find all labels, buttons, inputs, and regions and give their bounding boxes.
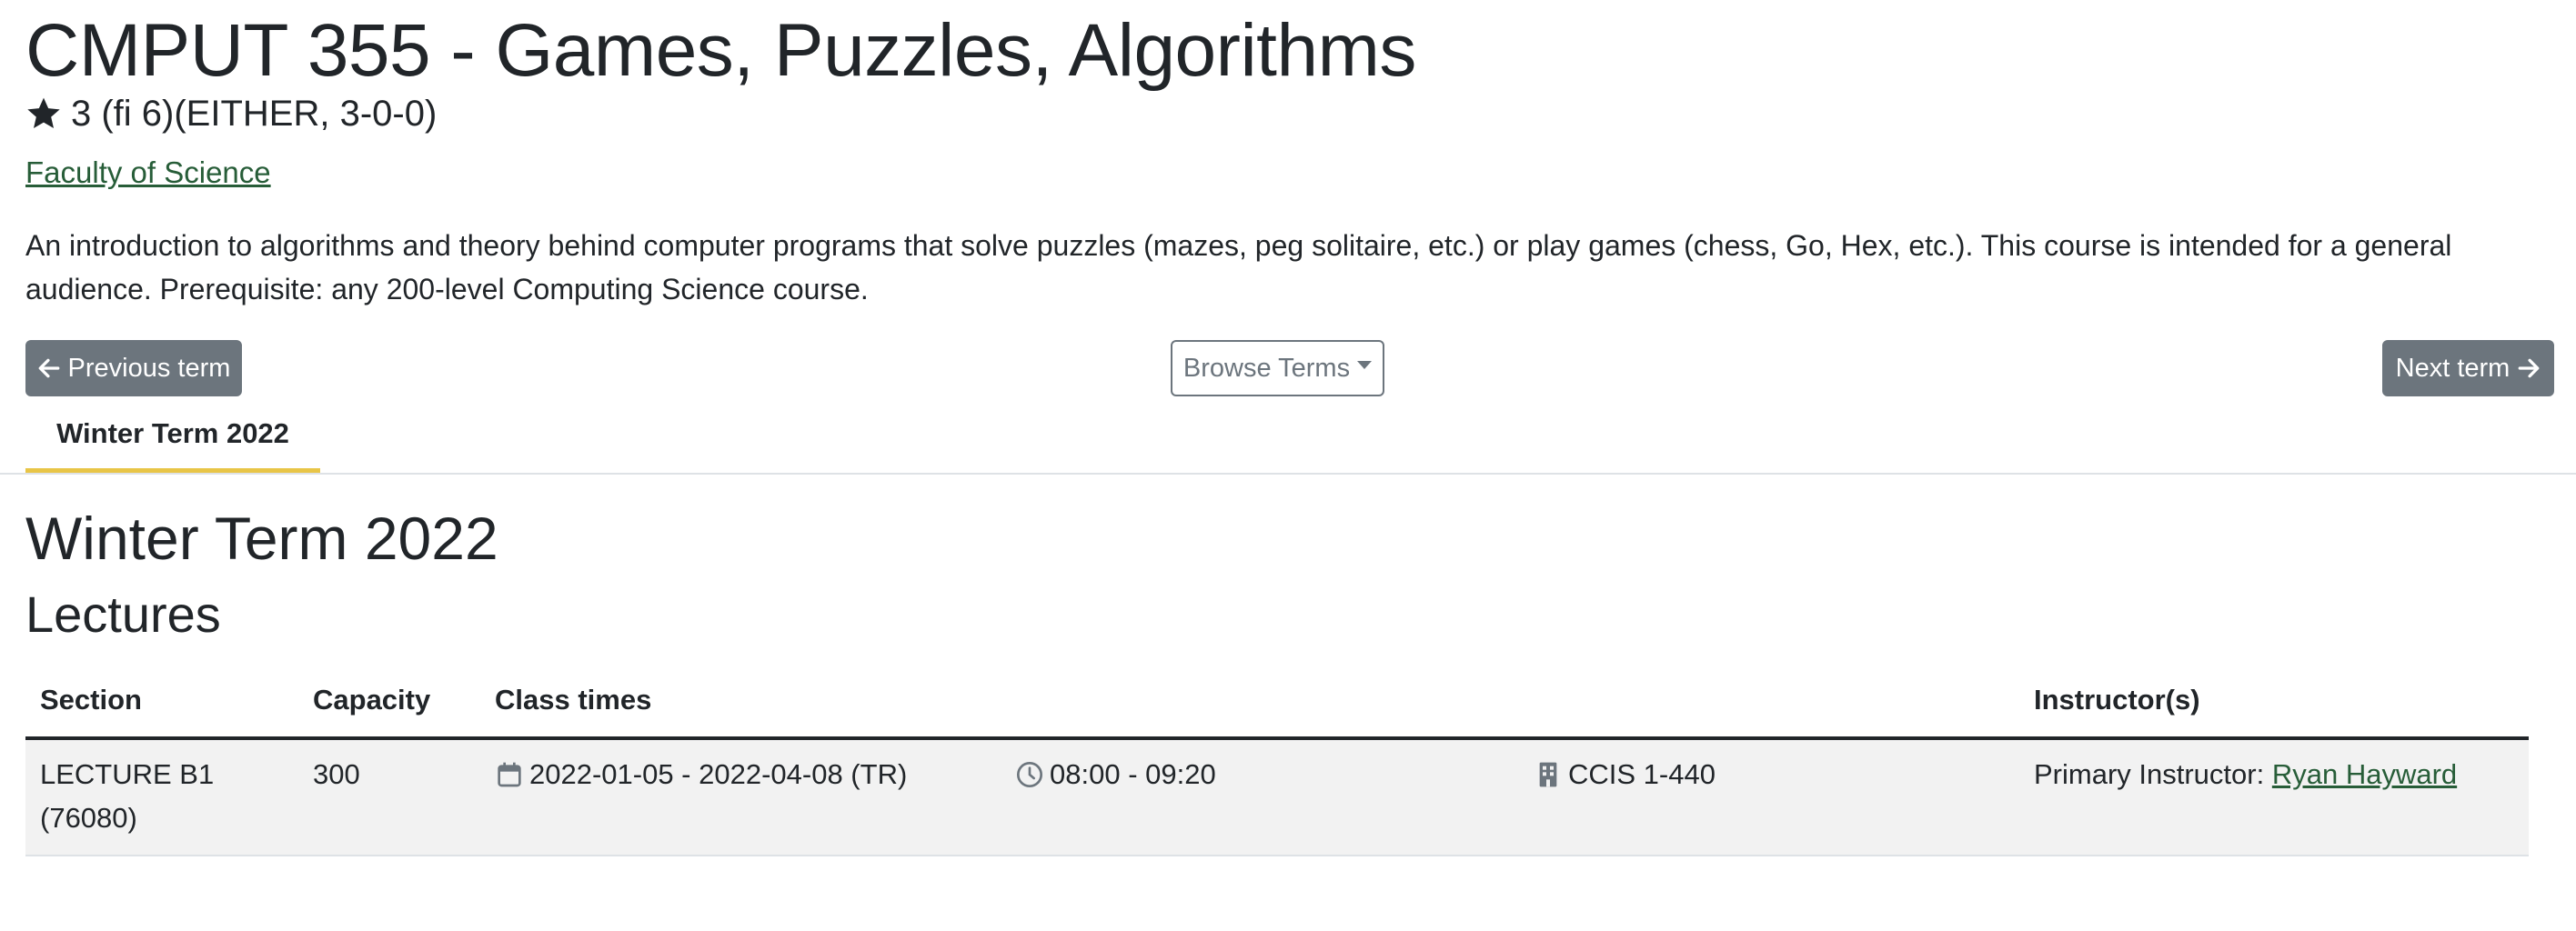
header-capacity: Capacity <box>298 664 480 740</box>
next-term-label: Next term <box>2395 353 2511 383</box>
cell-capacity: 300 <box>298 738 480 856</box>
instructor-link[interactable]: Ryan Hayward <box>2272 758 2457 790</box>
cell-instructors: Primary Instructor: Ryan Hayward <box>2019 738 2529 856</box>
header-class-times: Class times <box>480 664 2019 740</box>
class-time: 08:00 - 09:20 <box>1015 753 1216 796</box>
course-credits: 3 (fi 6)(EITHER, 3-0-0) <box>25 91 437 136</box>
previous-term-button[interactable]: Previous term <box>25 340 242 396</box>
table-header-row: Section Capacity Class times Instructor(… <box>25 664 2529 740</box>
next-term-button[interactable]: Next term <box>2382 340 2554 396</box>
tab-winter-term-2022[interactable]: Winter Term 2022 <box>25 411 320 473</box>
tab-strip-divider <box>0 473 2576 475</box>
instructor-prefix: Primary Instructor: <box>2034 758 2265 790</box>
table-row: LECTURE B1 (76080) 300 2022-01-05 - 2022… <box>25 738 2529 856</box>
term-heading: Winter Term 2022 <box>25 505 498 572</box>
browse-terms-dropdown[interactable]: Browse Terms <box>1171 340 1384 396</box>
course-page: CMPUT 355 - Games, Puzzles, Algorithms 3… <box>0 0 2576 931</box>
cell-section: LECTURE B1 (76080) <box>25 738 298 856</box>
header-instructors: Instructor(s) <box>2019 664 2529 740</box>
arrow-left-icon <box>38 358 59 378</box>
browse-terms-label: Browse Terms <box>1182 353 1351 383</box>
header-section: Section <box>25 664 298 740</box>
star-icon <box>27 97 60 128</box>
class-room: CCIS 1-440 <box>1534 753 1716 796</box>
class-dates: 2022-01-05 - 2022-04-08 (TR) <box>495 753 907 796</box>
course-title: CMPUT 355 - Games, Puzzles, Algorithms <box>25 9 1416 92</box>
class-time-text: 08:00 - 09:20 <box>1050 758 1216 790</box>
faculty-link[interactable]: Faculty of Science <box>25 155 271 191</box>
calendar-icon <box>498 762 521 787</box>
previous-term-label: Previous term <box>67 353 231 383</box>
building-icon <box>1539 762 1557 787</box>
lectures-table: Section Capacity Class times Instructor(… <box>25 664 2529 856</box>
arrow-right-icon <box>2518 358 2540 378</box>
credits-text: 3 (fi 6)(EITHER, 3-0-0) <box>71 94 438 134</box>
class-room-text: CCIS 1-440 <box>1568 758 1716 790</box>
lectures-heading: Lectures <box>25 586 221 643</box>
course-description: An introduction to algorithms and theory… <box>25 229 2452 305</box>
cell-class-times: 2022-01-05 - 2022-04-08 (TR) 08:00 - 09:… <box>480 738 2019 856</box>
clock-icon <box>1017 762 1042 787</box>
caret-down-icon <box>1357 360 1373 369</box>
class-times-group: 2022-01-05 - 2022-04-08 (TR) 08:00 - 09:… <box>495 753 2005 796</box>
class-dates-text: 2022-01-05 - 2022-04-08 (TR) <box>529 758 908 790</box>
